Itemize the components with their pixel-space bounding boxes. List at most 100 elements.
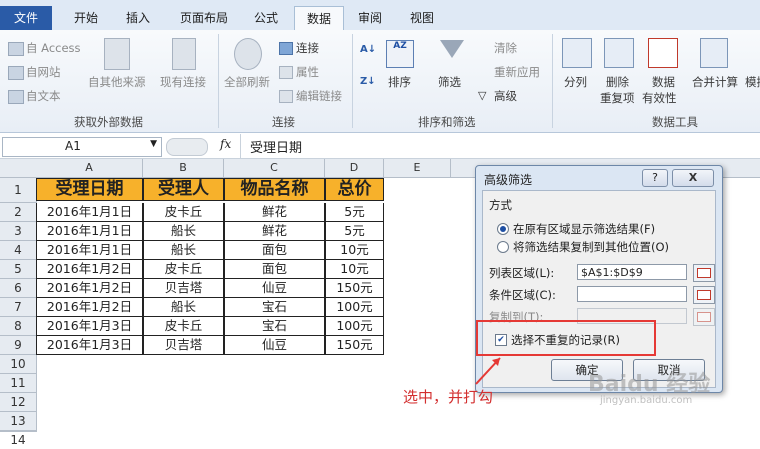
table-cell[interactable]: 仙豆 bbox=[224, 279, 325, 298]
criteria-range-input[interactable] bbox=[577, 286, 687, 302]
row-header[interactable]: 7 bbox=[0, 298, 37, 317]
row-header[interactable]: 4 bbox=[0, 241, 37, 260]
table-cell[interactable]: 船长 bbox=[143, 222, 224, 241]
row-header[interactable]: 12 bbox=[0, 393, 37, 412]
properties-button[interactable]: 属性 bbox=[296, 64, 319, 80]
text-to-columns-button[interactable]: 分列 bbox=[564, 74, 587, 90]
table-cell[interactable]: 仙豆 bbox=[224, 336, 325, 355]
consolidate-button[interactable]: 合并计算 bbox=[692, 74, 738, 90]
tab-formulas[interactable]: 公式 bbox=[244, 6, 288, 30]
table-cell[interactable]: 150元 bbox=[325, 336, 384, 355]
table-header-cell[interactable]: 物品名称 bbox=[224, 178, 325, 201]
radio-in-place[interactable] bbox=[497, 223, 509, 235]
table-cell[interactable]: 面包 bbox=[224, 241, 325, 260]
row-header[interactable]: 10 bbox=[0, 355, 37, 374]
tab-review[interactable]: 审阅 bbox=[348, 6, 392, 30]
chevron-down-icon[interactable]: ▼ bbox=[150, 139, 157, 149]
row-header[interactable]: 1 bbox=[0, 178, 37, 203]
table-cell[interactable]: 船长 bbox=[143, 241, 224, 260]
data-validation-button-line2[interactable]: 有效性 bbox=[642, 90, 677, 106]
refresh-all-button[interactable]: 全部刷新 bbox=[224, 74, 270, 90]
row-header[interactable]: 9 bbox=[0, 336, 37, 355]
row-header[interactable]: 13 bbox=[0, 412, 37, 431]
table-cell[interactable]: 鲜花 bbox=[224, 222, 325, 241]
table-cell[interactable]: 宝石 bbox=[224, 298, 325, 317]
table-cell[interactable]: 2016年1月1日 bbox=[36, 203, 143, 222]
formula-input[interactable]: 受理日期 bbox=[250, 137, 302, 156]
collapse-dialog-icon[interactable] bbox=[693, 264, 715, 282]
from-text-button[interactable]: 自文本 bbox=[26, 88, 61, 104]
sort-descending-icon[interactable]: Z↓ bbox=[360, 76, 376, 98]
column-header-b[interactable]: B bbox=[143, 159, 224, 178]
other-sources-button[interactable]: 自其他来源 bbox=[88, 74, 146, 90]
row-header[interactable]: 14 bbox=[0, 431, 37, 447]
radio-in-place-label[interactable]: 在原有区域显示筛选结果(F) bbox=[513, 221, 655, 237]
radio-copy-to-label[interactable]: 将筛选结果复制到其他位置(O) bbox=[513, 239, 669, 255]
table-cell[interactable]: 贝吉塔 bbox=[143, 279, 224, 298]
select-all-corner[interactable] bbox=[0, 159, 37, 178]
data-validation-button[interactable]: 数据 bbox=[652, 74, 675, 90]
tab-view[interactable]: 视图 bbox=[400, 6, 444, 30]
fx-icon[interactable]: fx bbox=[220, 137, 231, 151]
table-cell[interactable]: 10元 bbox=[325, 241, 384, 260]
row-header[interactable]: 2 bbox=[0, 203, 37, 222]
table-cell[interactable]: 2016年1月1日 bbox=[36, 241, 143, 260]
table-cell[interactable]: 皮卡丘 bbox=[143, 203, 224, 222]
what-if-button[interactable]: 模拟 bbox=[745, 74, 760, 90]
sort-button[interactable]: 排序 bbox=[388, 74, 411, 90]
column-header-d[interactable]: D bbox=[325, 159, 384, 178]
close-icon[interactable]: X bbox=[672, 169, 714, 187]
table-cell[interactable]: 150元 bbox=[325, 279, 384, 298]
row-header[interactable]: 3 bbox=[0, 222, 37, 241]
table-cell[interactable]: 100元 bbox=[325, 317, 384, 336]
name-box[interactable]: A1 ▼ bbox=[2, 137, 162, 157]
clear-filter-button[interactable]: 清除 bbox=[494, 40, 517, 56]
table-cell[interactable]: 船长 bbox=[143, 298, 224, 317]
table-cell[interactable]: 2016年1月2日 bbox=[36, 260, 143, 279]
collapse-dialog-icon[interactable] bbox=[693, 286, 715, 304]
existing-connections-button[interactable]: 现有连接 bbox=[160, 74, 206, 90]
advanced-filter-button[interactable]: 高级 bbox=[494, 88, 517, 104]
table-cell[interactable]: 宝石 bbox=[224, 317, 325, 336]
table-cell[interactable]: 鲜花 bbox=[224, 203, 325, 222]
column-header-e[interactable]: E bbox=[384, 159, 451, 178]
row-header[interactable]: 8 bbox=[0, 317, 37, 336]
remove-duplicates-button-line2[interactable]: 重复项 bbox=[600, 90, 635, 106]
tab-file[interactable]: 文件 bbox=[0, 6, 52, 30]
table-cell[interactable]: 2016年1月1日 bbox=[36, 222, 143, 241]
sort-ascending-icon[interactable]: A↓ bbox=[360, 44, 376, 66]
table-cell[interactable]: 10元 bbox=[325, 260, 384, 279]
radio-copy-to[interactable] bbox=[497, 241, 509, 253]
connections-button[interactable]: 连接 bbox=[296, 40, 319, 56]
table-cell[interactable]: 100元 bbox=[325, 298, 384, 317]
table-cell[interactable]: 皮卡丘 bbox=[143, 260, 224, 279]
from-web-button[interactable]: 自网站 bbox=[26, 64, 61, 80]
from-access-button[interactable]: 自 Access bbox=[26, 40, 81, 56]
row-header[interactable]: 6 bbox=[0, 279, 37, 298]
tab-data[interactable]: 数据 bbox=[294, 6, 344, 32]
table-cell[interactable]: 2016年1月3日 bbox=[36, 336, 143, 355]
table-cell[interactable]: 皮卡丘 bbox=[143, 317, 224, 336]
table-cell[interactable]: 贝吉塔 bbox=[143, 336, 224, 355]
table-header-cell[interactable]: 受理日期 bbox=[36, 178, 143, 201]
tab-home[interactable]: 开始 bbox=[62, 6, 110, 30]
table-cell[interactable]: 2016年1月3日 bbox=[36, 317, 143, 336]
table-cell[interactable]: 5元 bbox=[325, 222, 384, 241]
help-icon[interactable]: ? bbox=[642, 169, 668, 187]
reapply-button[interactable]: 重新应用 bbox=[494, 64, 540, 80]
table-header-cell[interactable]: 总价 bbox=[325, 178, 384, 201]
table-cell[interactable]: 5元 bbox=[325, 203, 384, 222]
table-cell[interactable]: 面包 bbox=[224, 260, 325, 279]
list-range-input[interactable]: $A$1:$D$9 bbox=[577, 264, 687, 280]
filter-button[interactable]: 筛选 bbox=[438, 74, 461, 90]
row-header[interactable]: 5 bbox=[0, 260, 37, 279]
row-header[interactable]: 11 bbox=[0, 374, 37, 393]
collapse-dialog-icon[interactable] bbox=[693, 308, 715, 326]
edit-links-button[interactable]: 编辑链接 bbox=[296, 88, 342, 104]
table-cell[interactable]: 2016年1月2日 bbox=[36, 279, 143, 298]
column-header-a[interactable]: A bbox=[36, 159, 143, 178]
table-cell[interactable]: 2016年1月2日 bbox=[36, 298, 143, 317]
remove-duplicates-button[interactable]: 删除 bbox=[606, 74, 629, 90]
tab-insert[interactable]: 插入 bbox=[116, 6, 160, 30]
tab-page-layout[interactable]: 页面布局 bbox=[172, 6, 236, 30]
